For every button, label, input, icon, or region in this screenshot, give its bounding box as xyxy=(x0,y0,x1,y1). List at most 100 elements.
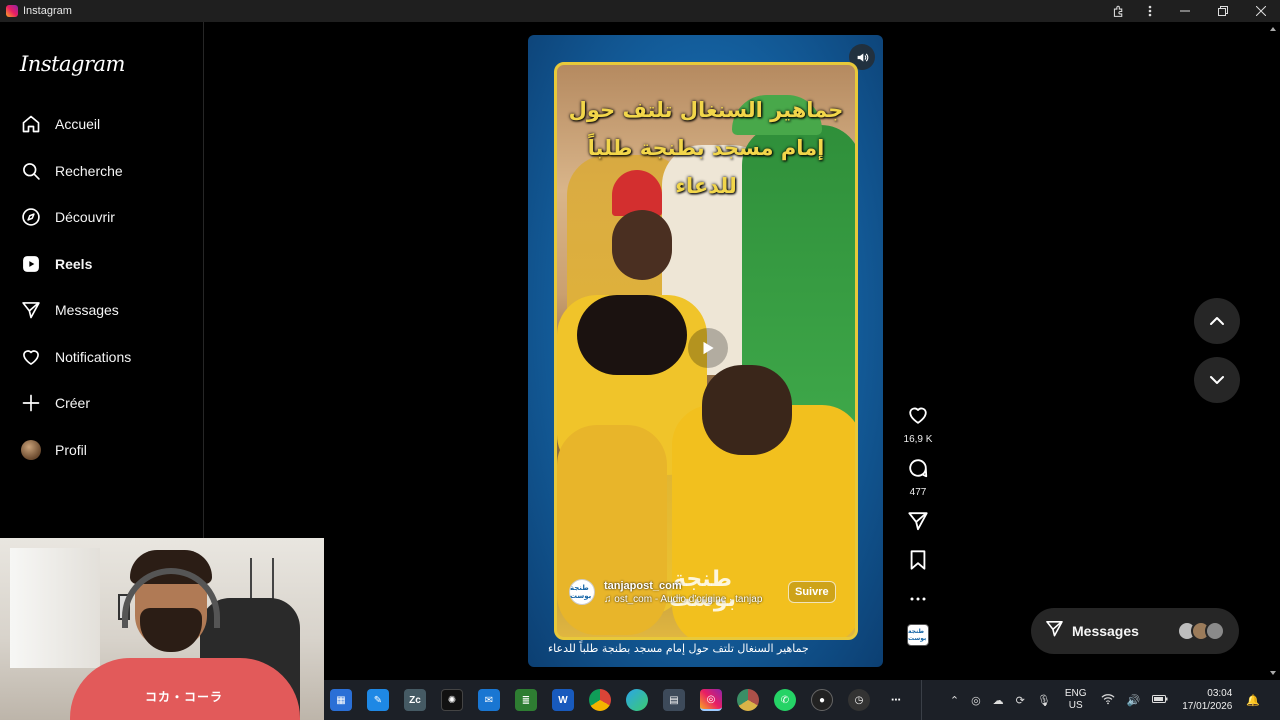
files-app-icon[interactable]: ▦ xyxy=(330,689,352,711)
cloud-icon[interactable]: ☁ xyxy=(993,694,1004,707)
sidebar-item-profil[interactable]: Profil xyxy=(12,432,192,468)
author-meta: tanjapost_com ♫ ost_com - Audio d'origin… xyxy=(604,580,774,605)
reel-video[interactable]: جماهير السنغال تلتف حول إمام مسجد بطنجة … xyxy=(554,62,858,640)
editor-app-icon[interactable]: ✎ xyxy=(367,689,389,711)
mail-app-icon[interactable]: ✉ xyxy=(478,689,500,711)
taskbar-clock[interactable]: 03:04 17/01/2026 xyxy=(1182,687,1232,713)
chatgpt-app-icon[interactable]: ✺ xyxy=(441,689,463,711)
audio-label[interactable]: ♫ ost_com - Audio d'origine · tanjap xyxy=(604,594,774,605)
wifi-icon[interactable] xyxy=(1101,693,1115,708)
video-figure xyxy=(612,210,672,280)
sidebar-nav: Accueil Recherche Découvrir Reels Messag… xyxy=(12,106,192,478)
sidebar-item-messages[interactable]: Messages xyxy=(12,292,192,328)
window-title: Instagram xyxy=(23,5,72,17)
messages-pill[interactable]: Messages xyxy=(1031,608,1239,654)
close-button[interactable] xyxy=(1242,0,1280,22)
instagram-taskbar-icon[interactable]: ◎ xyxy=(700,689,722,711)
sync-icon[interactable]: ⟳ xyxy=(1016,694,1025,707)
system-tray: ⌃ ◎ ☁ ⟳ 🎙 ENG US 🔊 03:04 17/01/2026 🔔 xyxy=(944,680,1266,720)
recorder-app-icon[interactable]: ◷ xyxy=(848,689,870,711)
chevron-up-icon xyxy=(1210,317,1224,325)
more-horizontal-icon[interactable] xyxy=(910,588,926,606)
author-avatar-text: طنجة بوست xyxy=(570,585,592,600)
page-scrollbar[interactable] xyxy=(1266,22,1280,680)
instagram-logo[interactable]: Instagram xyxy=(20,52,125,76)
input-language[interactable]: ENG US xyxy=(1065,688,1087,712)
audio-thumbnail-text: طنجة بوست xyxy=(908,629,927,642)
author-name[interactable]: tanjapost_com xyxy=(604,580,774,592)
word-app-icon[interactable]: W xyxy=(552,689,574,711)
home-icon xyxy=(20,113,42,135)
tray-chevron-up-icon[interactable]: ⌃ xyxy=(950,694,959,707)
whatsapp-app-icon[interactable]: ✆ xyxy=(774,689,796,711)
sidebar-item-label: Notifications xyxy=(55,348,132,365)
microphone-icon[interactable]: 🎙 xyxy=(1037,694,1051,707)
sidebar-item-recherche[interactable]: Recherche xyxy=(12,153,192,189)
sidebar-item-label: Créer xyxy=(55,395,91,411)
plus-icon xyxy=(20,392,42,414)
shirt-print: コカ・コーラ xyxy=(145,690,224,704)
tray-app-icon[interactable]: ◎ xyxy=(971,694,981,707)
messages-pill-label: Messages xyxy=(1072,623,1139,639)
play-icon[interactable] xyxy=(688,328,728,368)
sidebar-item-label: Messages xyxy=(55,302,119,318)
send-icon[interactable] xyxy=(907,510,929,537)
messages-avatars xyxy=(1177,621,1225,641)
audio-thumb-action[interactable]: طنجة بوست xyxy=(898,624,938,646)
send-icon xyxy=(20,299,42,321)
sidebar-item-decouvrir[interactable]: Découvrir xyxy=(12,199,192,235)
sidebar-item-label: Découvrir xyxy=(55,209,115,225)
webcam-overlay: コカ・コーラ xyxy=(0,538,324,720)
sidebar-item-label: Profil xyxy=(55,441,87,458)
volume-icon[interactable]: 🔊 xyxy=(1127,694,1141,707)
minimize-button[interactable] xyxy=(1166,0,1204,22)
more-action[interactable] xyxy=(898,588,938,606)
sidebar-item-label: Accueil xyxy=(55,116,101,132)
comment-action[interactable]: 477 xyxy=(898,457,938,498)
notepad-app-icon[interactable]: ≣ xyxy=(515,689,537,711)
avatar xyxy=(21,439,41,460)
avatar-wrap xyxy=(20,439,42,461)
clock-date: 17/01/2026 xyxy=(1182,701,1233,712)
reels-icon xyxy=(20,253,42,275)
reel-author-bar: طنجة بوست tanjapost_com ♫ ost_com - Audi… xyxy=(569,579,855,605)
more-vertical-icon[interactable] xyxy=(1134,0,1166,22)
reel-card[interactable]: جماهير السنغال تلتف حول إمام مسجد بطنجة … xyxy=(528,35,883,667)
sidebar-item-creer[interactable]: Créer xyxy=(12,385,192,421)
search-icon xyxy=(20,160,42,182)
extensions-icon[interactable] xyxy=(1102,0,1134,22)
chrome-profile-app-icon[interactable] xyxy=(737,689,759,711)
comment-icon[interactable] xyxy=(907,457,929,484)
input-language-line-1: ENG xyxy=(1064,688,1087,699)
reel-headline: جماهير السنغال تلتف حول إمام مسجد بطنجة … xyxy=(557,91,855,205)
bookmark-icon[interactable] xyxy=(908,549,928,576)
obs-app-icon[interactable]: ● xyxy=(811,689,833,711)
restore-button[interactable] xyxy=(1204,0,1242,22)
calculator-app-icon[interactable]: ▤ xyxy=(663,689,685,711)
author-avatar[interactable]: طنجة بوست xyxy=(569,579,595,605)
send-icon xyxy=(1045,619,1064,643)
chrome-app-icon[interactable] xyxy=(589,689,611,711)
sidebar-item-notifications[interactable]: Notifications xyxy=(12,339,192,375)
more-apps-icon[interactable]: ⋯ xyxy=(885,689,907,711)
next-reel-button[interactable] xyxy=(1194,357,1240,403)
reel-caption[interactable]: جماهير السنغال تلتف حول إمام مسجد بطنجة … xyxy=(548,642,848,655)
sidebar-item-accueil[interactable]: Accueil xyxy=(12,106,192,142)
like-action[interactable]: 16,9 K xyxy=(898,404,938,445)
battery-icon[interactable] xyxy=(1152,694,1168,707)
heart-icon[interactable] xyxy=(907,404,929,431)
edge-app-icon[interactable] xyxy=(626,689,648,711)
sidebar-item-reels[interactable]: Reels xyxy=(12,246,192,282)
notification-bell-icon[interactable]: 🔔 xyxy=(1246,694,1260,707)
save-action[interactable] xyxy=(898,549,938,576)
follow-button[interactable]: Suivre xyxy=(788,581,836,603)
reel-actions: 16,9 K 477 طنجة بوست xyxy=(898,404,938,658)
window-titlebar: Instagram xyxy=(0,0,1280,22)
compass-icon xyxy=(20,206,42,228)
video-figure xyxy=(702,365,792,455)
previous-reel-button[interactable] xyxy=(1194,298,1240,344)
share-action[interactable] xyxy=(898,510,938,537)
sidebar-item-label: Reels xyxy=(55,255,93,272)
audio-thumbnail[interactable]: طنجة بوست xyxy=(907,624,929,646)
zc-app-icon[interactable]: Zc xyxy=(404,689,426,711)
